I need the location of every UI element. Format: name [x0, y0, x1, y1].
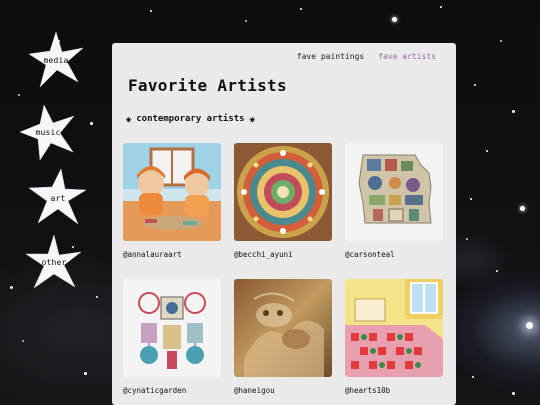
- star-dot: [96, 296, 98, 298]
- nav-star-label: media: [43, 55, 69, 65]
- nav-star-music[interactable]: music: [18, 102, 78, 162]
- artist-card: @annalauraart: [123, 143, 221, 259]
- top-nav: fave paintings fave artists: [297, 52, 436, 61]
- star-dot: [486, 150, 488, 152]
- star-dot: [472, 376, 474, 378]
- artist-handle[interactable]: @cynaticgarden: [123, 386, 221, 395]
- star-dot: [90, 122, 93, 125]
- nav-link-fave-artists[interactable]: fave artists: [378, 52, 436, 61]
- nav-star-other[interactable]: other: [24, 232, 84, 292]
- nav-star-label: art: [50, 193, 66, 203]
- artist-thumbnail-hearts10b[interactable]: [345, 279, 443, 377]
- artist-card: @cynaticgarden: [123, 279, 221, 395]
- star-dot: [150, 10, 152, 12]
- artist-handle[interactable]: @becchi_ayuni: [234, 250, 332, 259]
- artist-thumbnail-annalauraart[interactable]: [123, 143, 221, 241]
- star-dot: [300, 8, 302, 10]
- artist-handle[interactable]: @carsonteal: [345, 250, 443, 259]
- star-dot: [466, 238, 468, 240]
- nav-star-art[interactable]: art: [28, 168, 88, 228]
- artist-card: @haneigou: [234, 279, 332, 395]
- nav-star-label: other: [41, 257, 67, 267]
- star-dot: [22, 340, 24, 342]
- nav-star-label: music: [35, 127, 61, 137]
- content-panel: fave paintings fave artists Favorite Art…: [112, 43, 456, 405]
- nav-star-media[interactable]: media: [26, 30, 86, 90]
- star-dot: [496, 270, 498, 272]
- star-dot: [474, 84, 476, 86]
- star-dot: [18, 94, 20, 96]
- nav-link-fave-paintings[interactable]: fave paintings: [297, 52, 364, 61]
- artist-handle[interactable]: @annalauraart: [123, 250, 221, 259]
- star-dot: [10, 286, 13, 289]
- star-dot: [392, 17, 397, 22]
- star-dot: [526, 322, 533, 329]
- star-dot: [440, 6, 442, 8]
- artist-card: @becchi_ayuni: [234, 143, 332, 259]
- star-dot: [512, 392, 515, 395]
- star-dot: [84, 372, 87, 375]
- artist-thumbnail-cynaticgarden[interactable]: [123, 279, 221, 377]
- star-dot: [470, 198, 472, 200]
- artist-handle[interactable]: @hearts10b: [345, 386, 443, 395]
- star-icon: ✷: [248, 112, 256, 126]
- artist-card: @hearts10b: [345, 279, 443, 395]
- star-dot: [520, 206, 525, 211]
- artist-card: @carsonteal: [345, 143, 443, 259]
- section-header: ✷ contemporary artists ✷: [125, 113, 256, 125]
- star-dot: [512, 110, 515, 113]
- artist-handle[interactable]: @haneigou: [234, 386, 332, 395]
- artist-thumbnail-becchi-ayuni[interactable]: [234, 143, 332, 241]
- artist-thumbnail-carsonteal[interactable]: [345, 143, 443, 241]
- artist-thumbnail-haneigou[interactable]: [234, 279, 332, 377]
- section-title: contemporary artists: [136, 114, 245, 124]
- star-dot: [245, 20, 247, 22]
- star-dot: [500, 40, 502, 42]
- star-icon: ✷: [125, 112, 133, 126]
- page-title: Favorite Artists: [128, 76, 287, 95]
